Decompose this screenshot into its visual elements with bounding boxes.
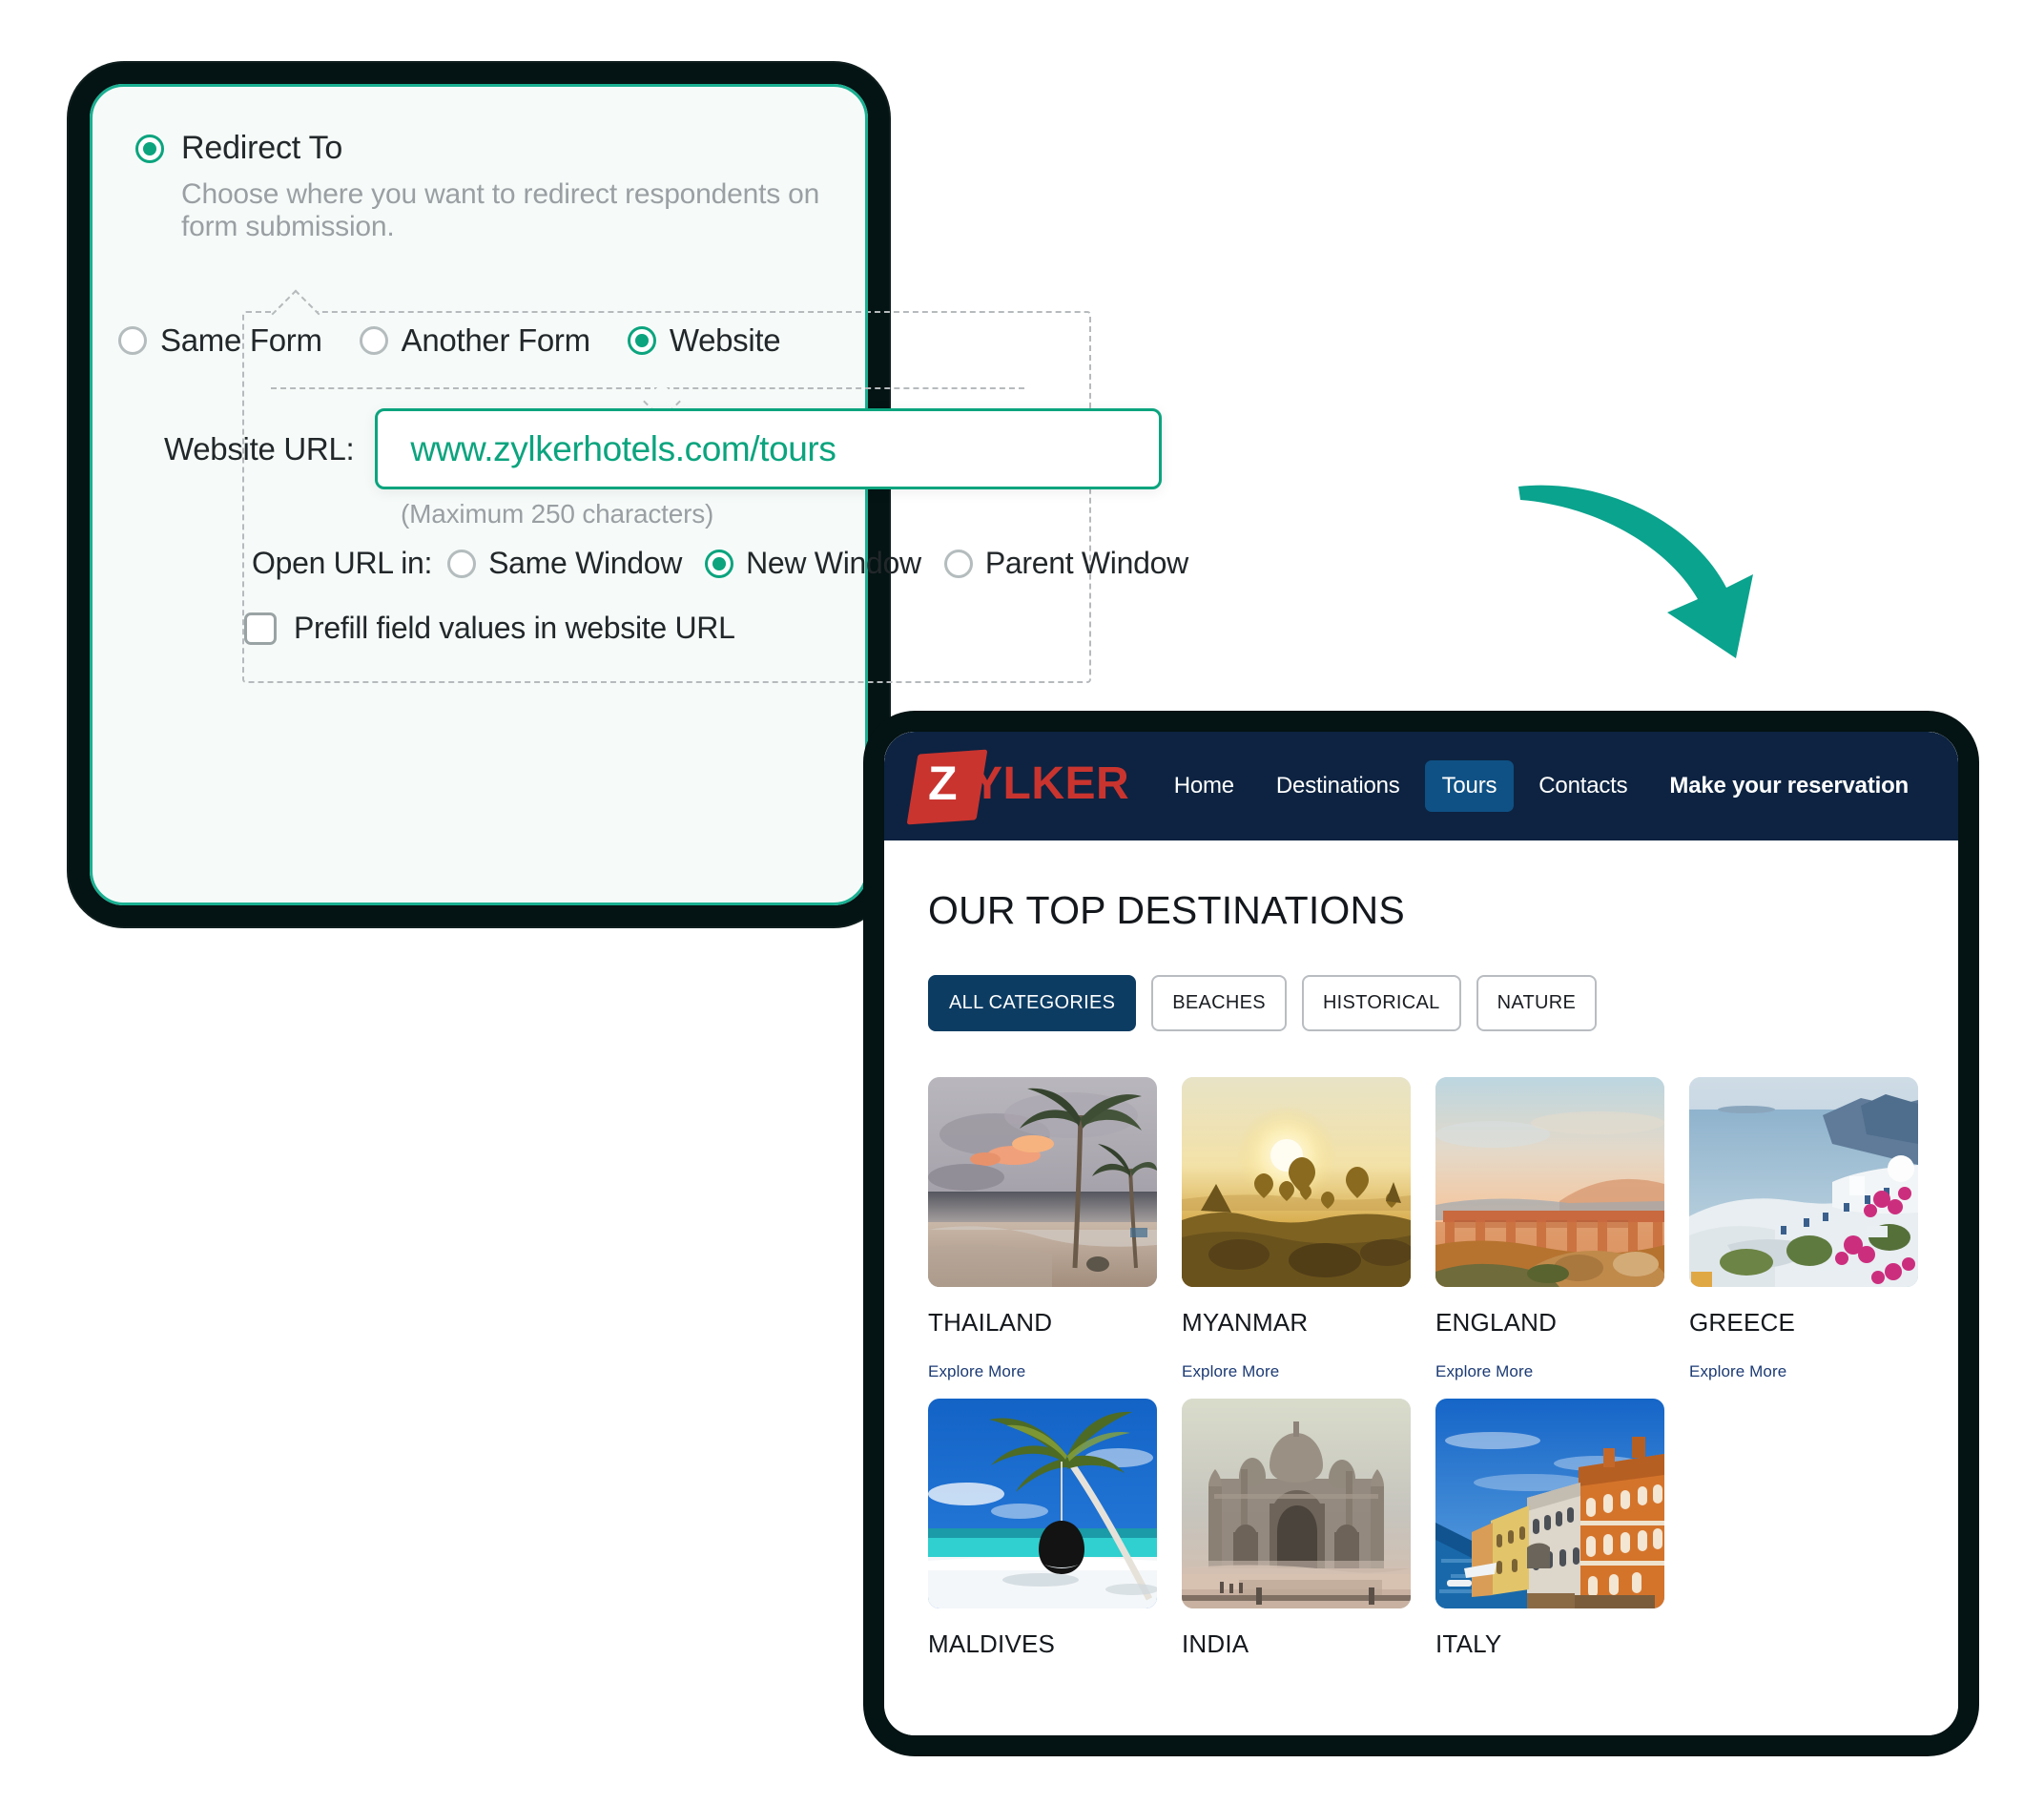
open-option-same-window[interactable]: Same Window	[447, 546, 682, 581]
india-image	[1182, 1399, 1411, 1608]
mode-option-website[interactable]: Website	[627, 322, 781, 359]
destination-card[interactable]: INDIA	[1182, 1399, 1411, 1659]
open-option-new-window[interactable]: New Window	[705, 546, 921, 581]
destination-name: INDIA	[1182, 1629, 1249, 1658]
destination-name: ITALY	[1435, 1629, 1502, 1658]
open-url-in-row: Open URL in: Same Window New Window Pare…	[252, 546, 1211, 581]
nav-item-make-your-reservation[interactable]: Make your reservation	[1652, 760, 1926, 812]
another-form-label: Another Form	[401, 322, 590, 358]
site-navbar: Z YLKER Home Destinations Tours Contacts…	[884, 732, 1958, 840]
destination-card[interactable]: THAILAND Explore More	[928, 1077, 1157, 1381]
parent-window-label: Parent Window	[984, 546, 1188, 580]
destination-card[interactable]: MYANMAR Explore More	[1182, 1077, 1411, 1381]
destination-name: MYANMAR	[1182, 1308, 1309, 1337]
category-historical[interactable]: HISTORICAL	[1301, 975, 1461, 1031]
new-window-radio[interactable]	[705, 549, 734, 578]
destination-name: MALDIVES	[928, 1629, 1056, 1658]
redirect-mode-radio-group[interactable]: Same Form Another Form Website	[118, 322, 801, 359]
explore-more-link[interactable]: Explore More	[1182, 1362, 1411, 1381]
destination-name: ENGLAND	[1435, 1308, 1558, 1337]
another-form-radio[interactable]	[359, 326, 388, 355]
mode-option-same-form[interactable]: Same Form	[118, 322, 322, 359]
open-url-in-label: Open URL in:	[252, 546, 433, 580]
explore-more-link[interactable]: Explore More	[1435, 1362, 1664, 1381]
myanmar-image	[1182, 1077, 1411, 1287]
maldives-image	[928, 1399, 1157, 1608]
website-radio[interactable]	[627, 326, 656, 355]
destinations-grid: THAILAND Explore More MYANMAR Explore Mo…	[928, 1077, 1918, 1659]
prefill-label: Prefill field values in website URL	[294, 611, 735, 645]
zylker-logo[interactable]: Z YLKER	[906, 748, 1132, 825]
destination-card[interactable]: GREECE Explore More	[1689, 1077, 1918, 1381]
website-url-input[interactable]: www.zylkerhotels.com/tours	[375, 408, 1163, 489]
destination-name: THAILAND	[928, 1308, 1053, 1337]
website-label: Website	[669, 322, 781, 358]
destination-card[interactable]: MALDIVES	[928, 1399, 1157, 1659]
logo-wordmark: YLKER	[972, 758, 1130, 809]
website-preview-panel: Z YLKER Home Destinations Tours Contacts…	[863, 711, 1979, 1756]
same-window-radio[interactable]	[447, 549, 477, 578]
explore-more-link[interactable]: Explore More	[928, 1362, 1157, 1381]
site-nav-links: Home Destinations Tours Contacts Make yo…	[1157, 760, 1926, 812]
category-all-categories[interactable]: ALL CATEGORIES	[928, 975, 1137, 1031]
website-url-row: Website URL: www.zylkerhotels.com/tours	[164, 408, 1163, 489]
same-window-label: Same Window	[488, 546, 683, 580]
category-beaches[interactable]: BEACHES	[1151, 975, 1287, 1031]
parent-window-radio[interactable]	[943, 549, 973, 578]
redirect-to-option[interactable]: Redirect To	[135, 130, 868, 167]
site-content: OUR TOP DESTINATIONS ALL CATEGORIES BEAC…	[884, 840, 1958, 1659]
page-title: OUR TOP DESTINATIONS	[928, 888, 1405, 932]
nav-item-contacts[interactable]: Contacts	[1521, 760, 1644, 812]
nav-item-destinations[interactable]: Destinations	[1259, 760, 1417, 812]
redirect-to-label: Redirect To	[181, 130, 343, 166]
greece-image	[1689, 1077, 1918, 1287]
category-nature[interactable]: NATURE	[1476, 975, 1598, 1031]
thailand-image	[928, 1077, 1157, 1287]
same-form-radio[interactable]	[118, 326, 147, 355]
mode-option-another-form[interactable]: Another Form	[359, 322, 590, 359]
explore-more-link[interactable]: Explore More	[1689, 1362, 1918, 1381]
website-url-label: Website URL:	[164, 430, 355, 467]
group-divider	[271, 383, 1024, 421]
nav-item-home[interactable]: Home	[1157, 760, 1251, 812]
new-window-label: New Window	[746, 546, 921, 580]
nav-item-tours[interactable]: Tours	[1424, 760, 1515, 812]
open-option-parent-window[interactable]: Parent Window	[943, 546, 1188, 581]
composite-illustration: Redirect To Choose where you want to red…	[0, 0, 2044, 1805]
italy-image	[1435, 1399, 1664, 1608]
logo-initial: Z	[928, 757, 958, 810]
destination-card[interactable]: ENGLAND Explore More	[1435, 1077, 1664, 1381]
prefill-option[interactable]: Prefill field values in website URL	[244, 611, 735, 646]
destination-name: GREECE	[1689, 1308, 1796, 1337]
england-image	[1435, 1077, 1664, 1287]
redirect-to-radio[interactable]	[135, 134, 164, 163]
curved-arrow-icon	[1518, 485, 1753, 658]
category-filter-row: ALL CATEGORIES BEACHES HISTORICAL NATURE	[928, 975, 1914, 1031]
prefill-checkbox[interactable]	[244, 612, 277, 645]
destination-card[interactable]: ITALY	[1435, 1399, 1664, 1659]
same-form-label: Same Form	[160, 322, 322, 358]
website-url-hint: (Maximum 250 characters)	[401, 499, 714, 529]
form-settings-panel: Redirect To Choose where you want to red…	[69, 63, 1188, 926]
redirect-to-description: Choose where you want to redirect respon…	[181, 178, 820, 242]
